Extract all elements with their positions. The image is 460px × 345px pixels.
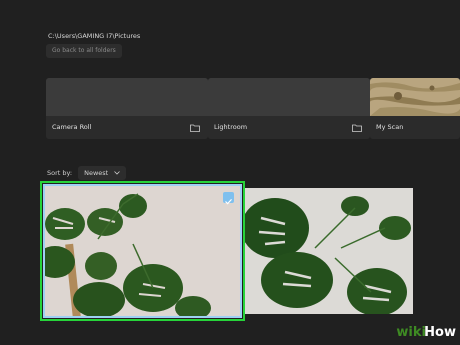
folder-label: Lightroom [214,123,248,131]
photo-thumbnail-selected[interactable] [43,184,242,318]
watermark-how: How [424,325,456,340]
sort-bar: Sort by: Newest [47,166,127,180]
folder-thumbnail [370,78,460,116]
chevron-down-icon [114,171,121,175]
folder-my-scan[interactable]: My Scan [370,78,460,139]
checkmark-icon [225,198,232,205]
sort-value: Newest [84,169,109,177]
wikihow-watermark: wiki How [364,323,460,345]
folder-icon [352,124,362,132]
photo-checkbox[interactable] [223,192,234,205]
photo-thumbnail[interactable] [245,188,413,314]
folder-thumbnail [208,78,370,116]
back-to-folders-button[interactable]: Go back to all folders [46,44,122,58]
folder-label: Camera Roll [52,123,92,131]
sort-label: Sort by: [47,169,73,177]
folder-label: My Scan [376,123,404,131]
breadcrumb-path: C:\Users\GAMING I7\Pictures [48,32,141,40]
folder-icon [190,124,200,132]
watermark-wiki: wiki [396,325,426,340]
sort-dropdown[interactable]: Newest [78,166,127,180]
folder-thumbnail [46,78,208,116]
folder-lightroom[interactable]: Lightroom [208,78,370,139]
folder-camera-roll[interactable]: Camera Roll [46,78,208,139]
